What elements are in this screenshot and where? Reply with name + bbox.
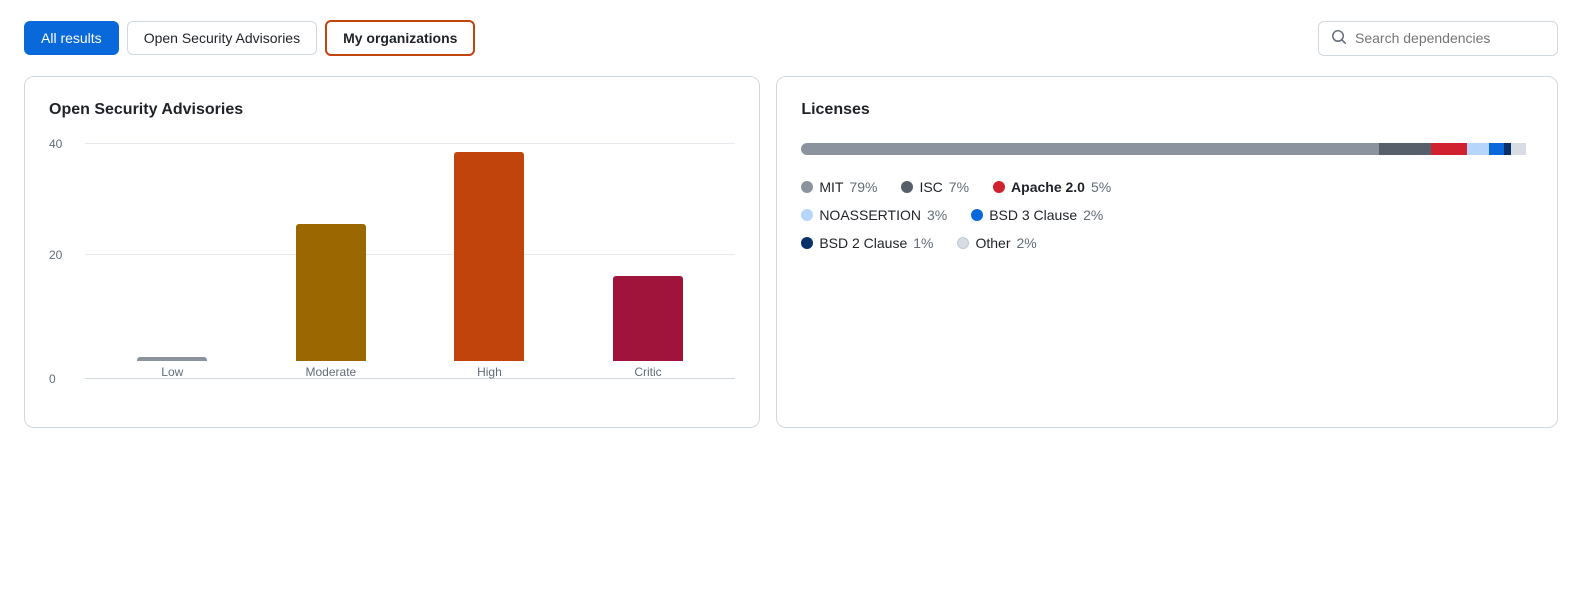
license-segment-noassertion (1467, 143, 1489, 155)
legend-item-bsd2: BSD 2 Clause 1% (801, 235, 933, 251)
legend-item-other: Other 2% (957, 235, 1036, 251)
bar-group-critic: Critic (613, 143, 683, 379)
legend-name-bsd2: BSD 2 Clause (819, 235, 907, 251)
search-input[interactable] (1355, 30, 1545, 46)
licenses-card: Licenses MIT 79% (776, 76, 1558, 428)
security-advisories-card: Open Security Advisories 40 20 0 (24, 76, 760, 428)
legend-name-apache: Apache 2.0 (1011, 179, 1085, 195)
legend-pct-bsd3: 2% (1083, 207, 1103, 223)
legend-dot-other (957, 237, 969, 249)
legend-item-isc: ISC 7% (901, 179, 969, 195)
legend-name-noassertion: NOASSERTION (819, 207, 921, 223)
tab-all-results[interactable]: All results (24, 21, 119, 55)
legend-name-isc: ISC (919, 179, 942, 195)
bar-group-low: Low (137, 143, 207, 379)
legend-dot-mit (801, 181, 813, 193)
legend-item-mit: MIT 79% (801, 179, 877, 195)
legend-pct-other: 2% (1017, 235, 1037, 251)
tab-open-security[interactable]: Open Security Advisories (127, 21, 317, 55)
y-label-40: 40 (49, 137, 62, 151)
legend-item-noassertion: NOASSERTION 3% (801, 207, 947, 223)
license-bar-container (801, 143, 1533, 155)
legend-name-bsd3: BSD 3 Clause (989, 207, 1077, 223)
security-advisories-title: Open Security Advisories (49, 101, 735, 119)
top-bar: All results Open Security Advisories My … (24, 20, 1558, 56)
legend-row-1: MIT 79% ISC 7% Apache 2.0 5% (801, 179, 1533, 195)
license-segment-other (1511, 143, 1526, 155)
bar-moderate (296, 224, 366, 361)
bar-critic (613, 276, 683, 361)
legend-dot-isc (901, 181, 913, 193)
bar-label-low: Low (161, 365, 183, 379)
tab-my-organizations[interactable]: My organizations (325, 20, 475, 56)
legend-pct-isc: 7% (949, 179, 969, 195)
search-icon (1331, 29, 1347, 48)
license-segment-bsd2 (1504, 143, 1511, 155)
bar-label-moderate: Moderate (306, 365, 357, 379)
legend-row-2: NOASSERTION 3% BSD 3 Clause 2% (801, 207, 1533, 223)
legend-dot-bsd3 (971, 209, 983, 221)
license-bar (801, 143, 1533, 155)
bar-group-moderate: Moderate (296, 143, 366, 379)
bar-label-high: High (477, 365, 502, 379)
legend-dot-noassertion (801, 209, 813, 221)
legend-item-bsd3: BSD 3 Clause 2% (971, 207, 1103, 223)
legend-name-mit: MIT (819, 179, 843, 195)
license-segment-mit (801, 143, 1379, 155)
y-label-20: 20 (49, 248, 62, 262)
legend-name-other: Other (975, 235, 1010, 251)
bar-chart: 40 20 0 Low (49, 143, 735, 403)
licenses-title: Licenses (801, 101, 1533, 119)
license-segment-bsd3 (1489, 143, 1504, 155)
legend-row-3: BSD 2 Clause 1% Other 2% (801, 235, 1533, 251)
license-segment-isc (1379, 143, 1430, 155)
legend-pct-bsd2: 1% (913, 235, 933, 251)
legend-dot-bsd2 (801, 237, 813, 249)
y-label-0: 0 (49, 372, 56, 386)
legend-pct-mit: 79% (849, 179, 877, 195)
search-box (1318, 21, 1558, 56)
legend-item-apache: Apache 2.0 5% (993, 179, 1111, 195)
legend-pct-noassertion: 3% (927, 207, 947, 223)
cards-row: Open Security Advisories 40 20 0 (24, 76, 1558, 428)
legend-dot-apache (993, 181, 1005, 193)
bar-group-high: High (454, 143, 524, 379)
bar-low (137, 357, 207, 361)
legend-pct-apache: 5% (1091, 179, 1111, 195)
bar-high (454, 152, 524, 361)
bar-label-critic: Critic (634, 365, 661, 379)
license-legend: MIT 79% ISC 7% Apache 2.0 5% NO (801, 179, 1533, 251)
license-segment-apache (1431, 143, 1468, 155)
